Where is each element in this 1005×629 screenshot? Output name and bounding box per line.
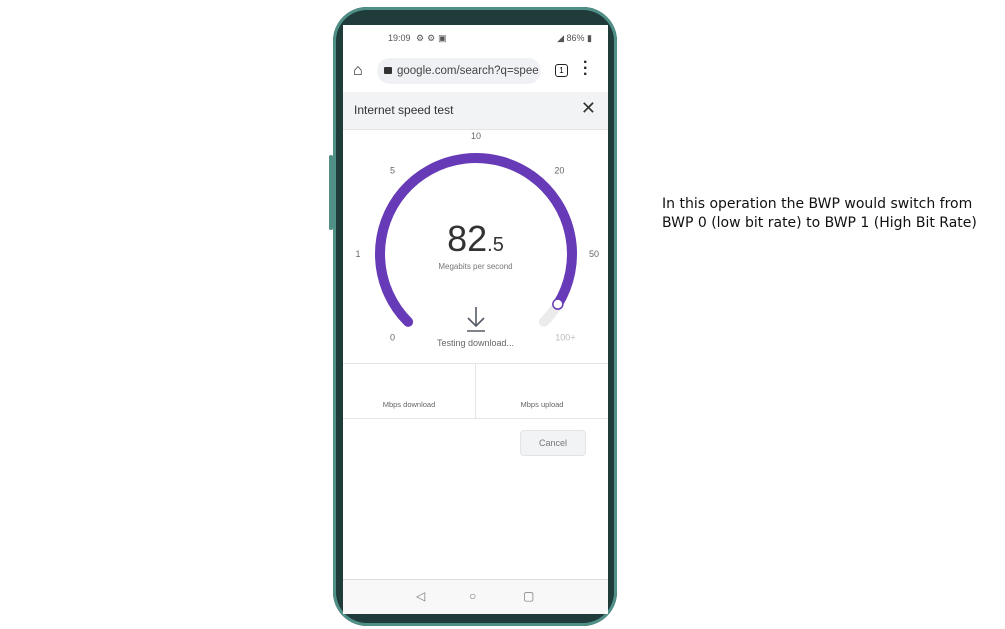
home-nav-icon[interactable]: ○ bbox=[469, 589, 476, 603]
download-label: Mbps download bbox=[382, 400, 436, 409]
gauge-tick-label: 5 bbox=[390, 166, 395, 176]
home-icon[interactable]: ⌂ bbox=[353, 62, 363, 80]
caption-text: In this operation the BWP would switch f… bbox=[662, 196, 977, 231]
upload-result: Mbps upload bbox=[476, 364, 608, 418]
test-status: Testing download... bbox=[436, 338, 515, 348]
close-icon[interactable]: ✕ bbox=[581, 98, 596, 119]
widget-title: Internet speed test bbox=[354, 103, 454, 117]
status-notification-icons: ⚙⚙▣ bbox=[416, 33, 450, 43]
speed-value-decimal: .5 bbox=[487, 234, 504, 256]
download-icon bbox=[467, 307, 485, 332]
upload-label: Mbps upload bbox=[520, 400, 564, 409]
cancel-button[interactable]: Cancel bbox=[520, 430, 586, 456]
results-panel: Mbps download Mbps upload bbox=[343, 363, 608, 419]
url-text: google.com/search?q=spee bbox=[397, 65, 539, 77]
tab-switcher-button[interactable]: 1 bbox=[555, 64, 568, 77]
status-bar: 19:09 ⚙⚙▣ ◢ 86% ▮ bbox=[343, 33, 608, 47]
signal-icon: ◢ bbox=[557, 33, 567, 43]
status-right: ◢ 86% ▮ bbox=[557, 33, 592, 44]
recents-icon[interactable]: ▢ bbox=[523, 589, 534, 603]
phone-screen: 19:09 ⚙⚙▣ ◢ 86% ▮ ⌂ google.com/search?q=… bbox=[343, 25, 608, 614]
battery-level: 86% bbox=[566, 33, 585, 43]
more-menu-icon[interactable]: · · · bbox=[583, 55, 588, 83]
speed-value-integer: 82 bbox=[447, 218, 488, 259]
speed-unit: Megabits per second bbox=[438, 262, 513, 271]
widget-header: Internet speed test ✕ bbox=[343, 92, 608, 130]
back-icon[interactable]: ◁ bbox=[416, 589, 425, 603]
gauge-tick-label: 20 bbox=[554, 166, 564, 176]
lock-icon bbox=[384, 67, 392, 75]
battery-icon: ▮ bbox=[584, 33, 592, 43]
gauge-handle bbox=[552, 298, 564, 310]
speed-value: 82.5 bbox=[343, 218, 608, 260]
android-nav-bar: ◁ ○ ▢ bbox=[343, 579, 608, 614]
browser-toolbar: ⌂ google.com/search?q=spee 1 · · · bbox=[343, 55, 608, 87]
status-time: 19:09 bbox=[388, 33, 411, 43]
gauge-tick-label: 10 bbox=[471, 131, 481, 141]
download-result: Mbps download bbox=[343, 364, 476, 418]
address-bar[interactable]: google.com/search?q=spee bbox=[377, 58, 541, 84]
